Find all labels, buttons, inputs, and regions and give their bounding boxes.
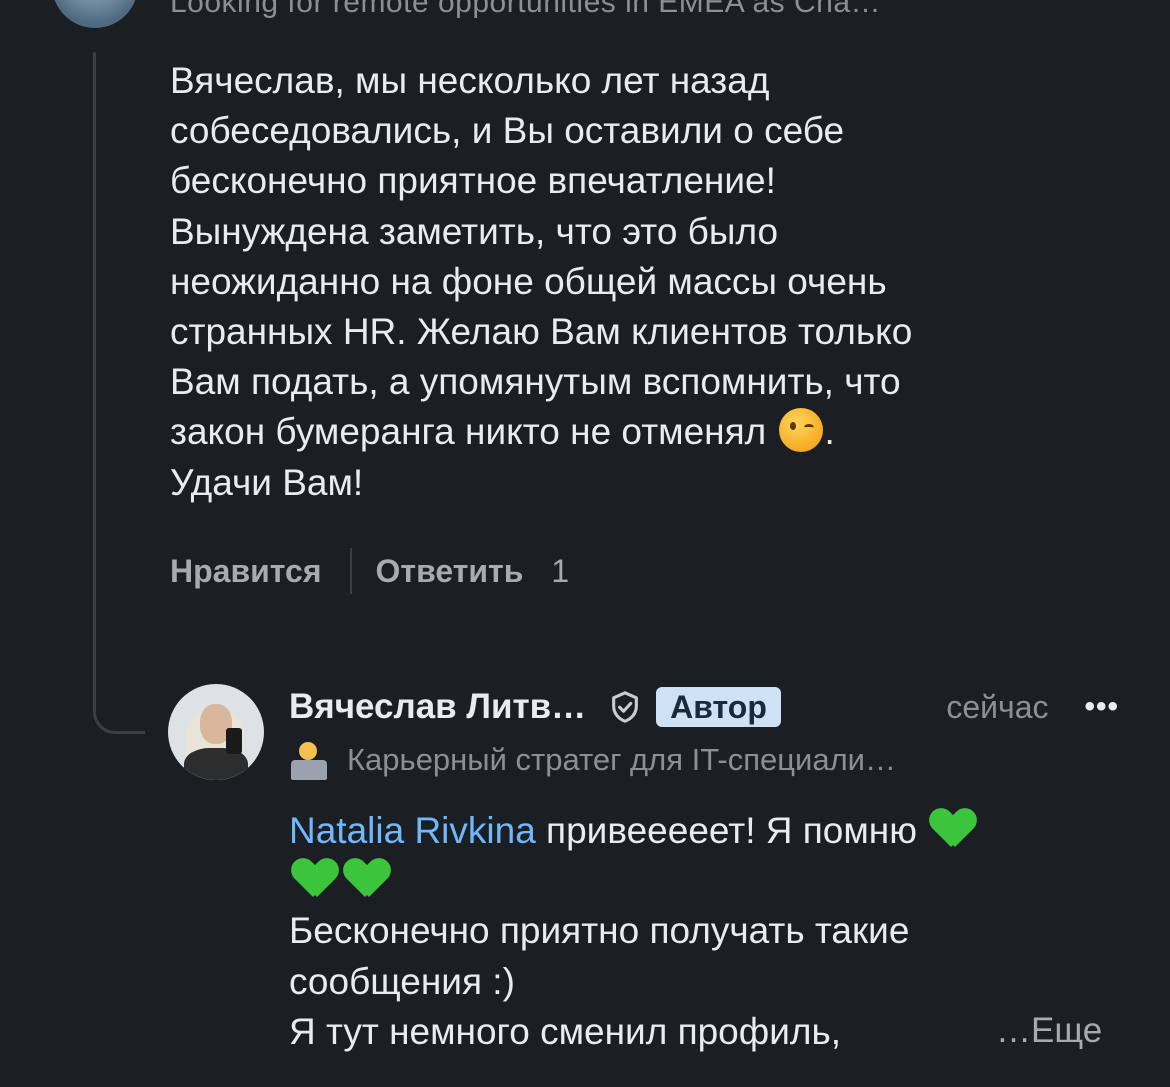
parent-author-avatar[interactable]: [52, 0, 138, 28]
shield-check-icon: [612, 691, 639, 723]
comment-line: странных HR. Желаю Вам клиентов только: [170, 311, 913, 353]
comment-line: неожиданно на фоне общей массы очень: [170, 260, 887, 302]
green-heart-emoji-icon: [293, 859, 337, 899]
parent-comment-text: Вячеслав, мы несколько лет назад собесед…: [170, 56, 1070, 508]
reply-author-name[interactable]: Вячеслав Литв…: [289, 687, 586, 727]
reply-line: [289, 856, 1109, 906]
mention-link[interactable]: Natalia Rivkina: [289, 810, 536, 851]
reply-line: Бесконечно приятно получать такие: [289, 910, 910, 952]
comment-line: Вячеслав, мы несколько лет назад: [170, 60, 770, 101]
comment-line-suffix: .: [824, 411, 835, 453]
reply-author-row: Вячеслав Литв… Автор сейчас •••: [289, 684, 1119, 730]
see-more-link[interactable]: …Еще: [986, 1011, 1103, 1051]
comment-line: Вам подать, а упомянутым вспомнить, что: [170, 361, 901, 403]
action-divider: [349, 548, 352, 594]
reply-line: сообщения :): [289, 960, 515, 1002]
green-heart-emoji-icon: [345, 859, 389, 899]
comment-line: собеседовались, и Вы оставили о себе: [170, 110, 845, 152]
reply-author-avatar[interactable]: [168, 684, 264, 780]
more-options-icon[interactable]: •••: [1084, 690, 1119, 724]
reply-timestamp: сейчас: [946, 688, 1049, 725]
winking-face-emoji-icon: [778, 408, 823, 453]
technologist-emoji-icon: [289, 740, 329, 780]
comment-line-text: закон бумеранга никто не отменял: [170, 411, 767, 453]
parent-comment-actions: Нравится Ответить 1: [170, 548, 569, 594]
reply-author-subtitle: Карьерный стратег для IT-специали…: [289, 740, 896, 780]
avatar-phone: [226, 728, 242, 754]
reply-author-headline: Карьерный стратег для IT-специали…: [347, 742, 896, 777]
comment-line: бесконечно приятное впечатление!: [170, 160, 776, 202]
thread-connector-elbow: [93, 650, 145, 734]
parent-author-headline: Looking for remote opportunities in EMEA…: [170, 0, 882, 19]
reply-line: Natalia Rivkina привееееет! Я помню: [289, 806, 1109, 856]
like-button[interactable]: Нравится: [170, 553, 322, 590]
reply-line-text: привееееет! Я помню: [535, 810, 928, 851]
comment-line: закон бумеранга никто не отменял .: [170, 407, 1070, 457]
reply-button[interactable]: Ответить: [376, 553, 524, 590]
reply-count[interactable]: 1: [551, 553, 569, 590]
author-badge: Автор: [656, 687, 781, 727]
thread-connector-line: [93, 52, 96, 712]
comment-line: Вынуждена заметить, что это было: [170, 210, 779, 252]
comment-line: Удачи Вам!: [170, 461, 364, 503]
green-heart-emoji-icon: [931, 809, 975, 849]
